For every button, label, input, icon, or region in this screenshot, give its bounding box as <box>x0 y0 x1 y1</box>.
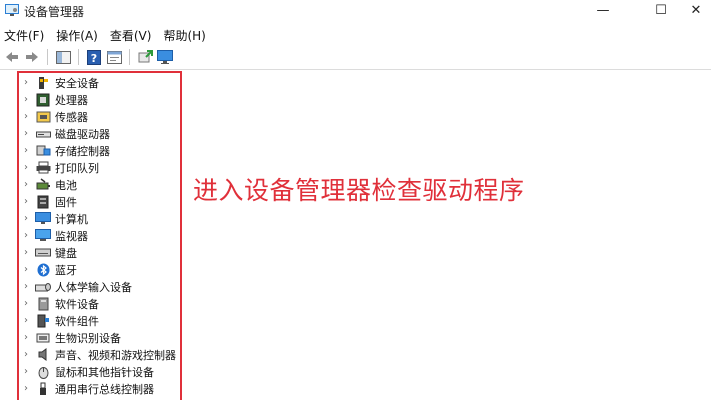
toolbar-separator <box>78 49 79 65</box>
toolbar-separator <box>47 49 48 65</box>
menu-view[interactable]: 查看(V) <box>104 27 158 44</box>
update-driver-button[interactable] <box>135 48 155 66</box>
close-icon: ✕ <box>690 2 702 18</box>
back-button[interactable] <box>2 48 22 66</box>
update-driver-icon <box>138 50 153 63</box>
maximize-icon: ☐ <box>655 2 667 18</box>
highlight-box <box>17 71 182 400</box>
properties-icon <box>106 50 122 64</box>
show-hide-tree-icon <box>55 50 71 64</box>
forward-arrow-icon <box>26 52 38 62</box>
svg-text:?: ? <box>91 52 97 65</box>
back-arrow-icon <box>6 52 18 62</box>
help-icon: ? <box>87 49 101 65</box>
annotation-text: 进入设备管理器检查驱动程序 <box>193 176 525 205</box>
menu-action[interactable]: 操作(A) <box>50 27 104 44</box>
menu-file[interactable]: 文件(F) <box>0 27 50 44</box>
menu-bar: 文件(F) 操作(A) 查看(V) 帮助(H) <box>0 25 711 45</box>
scan-hardware-button[interactable] <box>155 48 175 66</box>
show-hide-tree-button[interactable] <box>53 48 73 66</box>
title-bar: 设备管理器 — ☐ ✕ <box>0 0 711 22</box>
properties-button[interactable] <box>104 48 124 66</box>
minimize-icon: — <box>596 2 610 18</box>
toolbar-separator <box>129 49 130 65</box>
toolbar-divider <box>0 69 711 70</box>
help-button[interactable]: ? <box>84 48 104 66</box>
close-button[interactable]: ✕ <box>676 0 711 20</box>
minimize-button[interactable]: — <box>583 0 623 20</box>
device-manager-app-icon <box>5 4 19 16</box>
toolbar: ? <box>0 46 711 68</box>
forward-button[interactable] <box>22 48 42 66</box>
menu-help[interactable]: 帮助(H) <box>157 27 211 44</box>
maximize-button[interactable]: ☐ <box>641 0 681 20</box>
window-title: 设备管理器 <box>24 5 85 19</box>
monitor-scan-icon <box>157 50 173 64</box>
